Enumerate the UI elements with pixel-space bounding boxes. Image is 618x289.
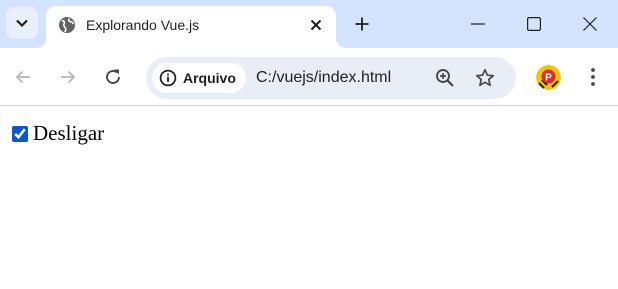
address-bar[interactable]: Arquivo C:/vuejs/index.html bbox=[146, 57, 516, 99]
browser-tab[interactable]: Explorando Vue.js bbox=[46, 6, 336, 48]
minimize-button[interactable] bbox=[450, 0, 506, 48]
url-text[interactable]: C:/vuejs/index.html bbox=[256, 69, 391, 87]
window-close-button[interactable] bbox=[562, 0, 618, 48]
arrow-right-icon bbox=[61, 70, 76, 84]
desligar-checkbox[interactable] bbox=[12, 125, 28, 142]
desligar-option[interactable]: Desligar bbox=[12, 121, 104, 146]
tab-strip: Explorando Vue.js bbox=[0, 0, 618, 48]
browser-toolbar: Arquivo C:/vuejs/index.html P bbox=[0, 48, 618, 106]
tab-search-button[interactable] bbox=[6, 7, 38, 39]
plus-icon bbox=[355, 17, 369, 31]
reload-button[interactable] bbox=[97, 61, 129, 93]
profile-avatar[interactable]: P bbox=[536, 65, 561, 90]
close-icon bbox=[583, 17, 597, 31]
chevron-down-icon bbox=[16, 19, 28, 27]
back-button[interactable] bbox=[7, 61, 39, 93]
info-icon bbox=[159, 69, 177, 87]
reload-icon bbox=[106, 69, 120, 84]
zoom-in-icon bbox=[436, 69, 454, 87]
arrow-left-icon bbox=[15, 70, 30, 84]
desligar-label: Desligar bbox=[33, 121, 105, 145]
browser-menu-button[interactable] bbox=[580, 61, 606, 93]
maximize-icon bbox=[527, 17, 541, 31]
tab-close-button[interactable] bbox=[306, 15, 326, 35]
tab-title: Explorando Vue.js bbox=[86, 17, 200, 33]
more-vertical-icon bbox=[591, 68, 595, 86]
site-info-chip[interactable]: Arquivo bbox=[152, 63, 246, 93]
star-icon bbox=[475, 68, 495, 87]
maximize-button[interactable] bbox=[506, 0, 562, 48]
zoom-button[interactable] bbox=[432, 65, 458, 91]
minimize-icon bbox=[471, 23, 485, 25]
page-content: Desligar bbox=[0, 107, 618, 289]
forward-button[interactable] bbox=[52, 61, 84, 93]
new-tab-button[interactable] bbox=[348, 10, 376, 38]
profile-initial: P bbox=[545, 72, 552, 83]
bookmark-button[interactable] bbox=[472, 65, 498, 91]
globe-icon bbox=[59, 17, 75, 33]
close-icon bbox=[310, 19, 322, 31]
site-info-label: Arquivo bbox=[183, 70, 236, 86]
